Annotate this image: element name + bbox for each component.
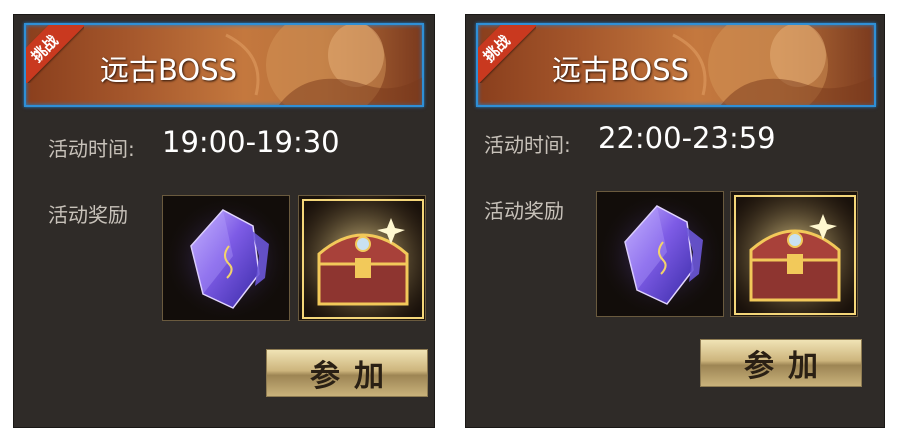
golden-treasure-chest-icon: [299, 196, 425, 320]
time-value: 22:00-23:59: [598, 121, 776, 155]
event-title: 远古BOSS: [552, 53, 690, 87]
challenge-ribbon: 挑战: [478, 25, 536, 83]
time-value: 19:00-19:30: [162, 125, 340, 159]
time-label: 活动时间:: [484, 133, 571, 157]
reward-slot-crystal[interactable]: [596, 191, 724, 317]
reward-slot-chest[interactable]: [298, 195, 426, 321]
ribbon-label: 挑战: [27, 31, 62, 66]
event-panel-1: 挑战 远古BOSS 活动时间: 19:00-19:30 活动奖励 参加: [13, 14, 435, 428]
reward-slot-crystal[interactable]: [162, 195, 290, 321]
golden-treasure-chest-icon: [731, 192, 857, 316]
event-banner: 挑战 远古BOSS: [24, 23, 424, 107]
reward-label: 活动奖励: [484, 199, 564, 223]
time-label: 活动时间:: [48, 137, 135, 161]
reward-label: 活动奖励: [48, 203, 128, 227]
join-button-label: 参加: [310, 359, 398, 394]
purple-crystal-icon: [163, 196, 289, 320]
challenge-ribbon: 挑战: [26, 25, 84, 83]
join-button[interactable]: 参加: [266, 349, 428, 397]
purple-crystal-icon: [597, 192, 723, 316]
event-title: 远古BOSS: [100, 53, 238, 87]
event-panel-2: 挑战 远古BOSS 活动时间: 22:00-23:59 活动奖励 参加: [465, 14, 885, 428]
join-button-label: 参加: [744, 349, 832, 384]
event-banner: 挑战 远古BOSS: [476, 23, 876, 107]
ribbon-label: 挑战: [479, 31, 514, 66]
reward-slot-chest[interactable]: [730, 191, 858, 317]
join-button[interactable]: 参加: [700, 339, 862, 387]
